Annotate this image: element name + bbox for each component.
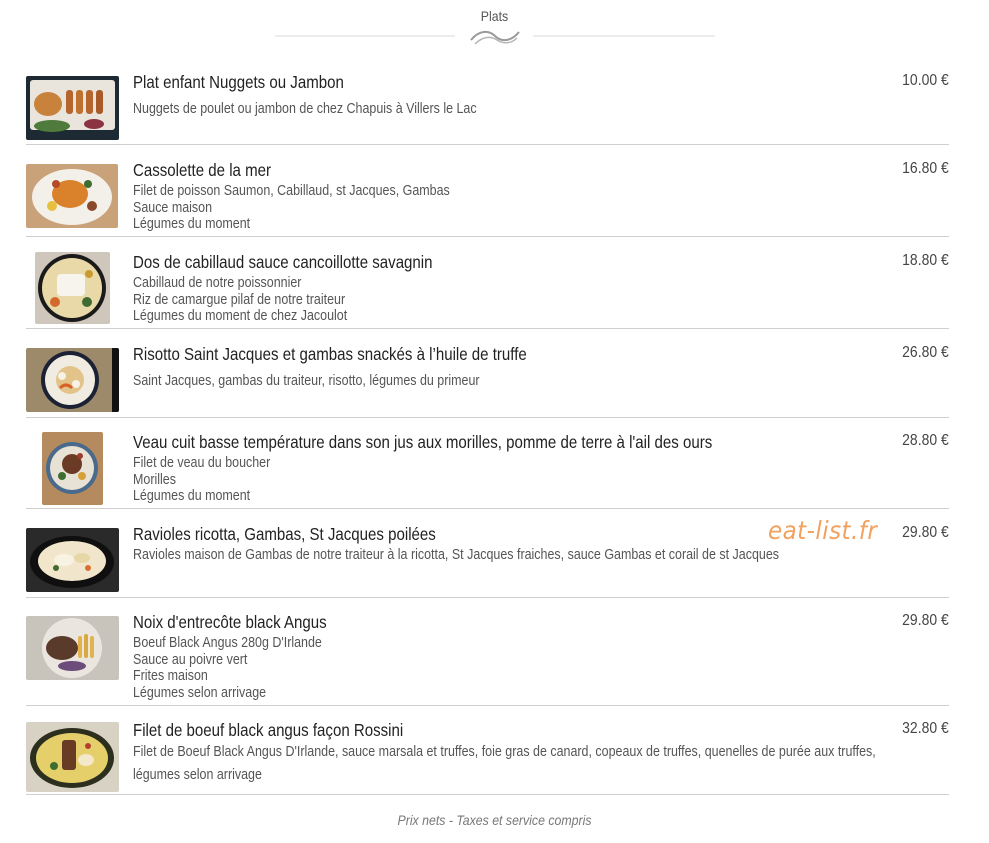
menu-item: Noix d'entrecôte black Angus Boeuf Black… [26, 612, 949, 706]
section-title: Plats [480, 8, 509, 24]
dish-photo [26, 76, 119, 140]
dish-description: Ravioles maison de Gambas de notre trait… [133, 547, 779, 563]
dish-photo [42, 432, 103, 505]
dish-name: Risotto Saint Jacques et gambas snackés … [133, 344, 527, 364]
dish-name: Cassolette de la mer [133, 160, 272, 180]
dish-price: 18.80 € [902, 252, 949, 269]
cabillaud-photo-icon [35, 252, 110, 324]
dish-price: 26.80 € [902, 344, 949, 361]
dish-name: Plat enfant Nuggets ou Jambon [133, 72, 344, 92]
risotto-photo-icon [26, 348, 119, 412]
dish-description: Nuggets de poulet ou jambon de chez Chap… [133, 101, 477, 117]
dish-photo [26, 616, 119, 680]
dish-name: Noix d'entrecôte black Angus [133, 612, 327, 632]
dish-name: Filet de boeuf black angus façon Rossini [133, 720, 404, 740]
dish-price: 29.80 € [902, 612, 949, 629]
decorative-divider [275, 30, 715, 45]
dish-price: 10.00 € [902, 72, 949, 89]
veau-photo-icon [42, 432, 103, 505]
menu-item: Veau cuit basse température dans son jus… [26, 432, 949, 509]
dish-photo [26, 164, 118, 228]
dish-description: Filet de poisson Saumon, Cabillaud, st J… [133, 183, 450, 232]
dish-photo [26, 528, 119, 592]
cassolette-photo-icon [26, 164, 118, 228]
dish-name: Veau cuit basse température dans son jus… [133, 432, 713, 452]
footer-note: Prix nets - Taxes et service compris [397, 812, 592, 828]
dish-description: Filet de Boeuf Black Angus D'Irlande, sa… [133, 744, 876, 783]
dish-photo [26, 722, 119, 792]
dish-description: Cabillaud de notre poissonnier Riz de ca… [133, 275, 348, 324]
entrecote-photo-icon [26, 616, 119, 680]
dish-name: Dos de cabillaud sauce cancoillotte sava… [133, 252, 433, 272]
nuggets-photo-icon [26, 76, 119, 140]
dish-photo [26, 348, 119, 412]
dish-price: 29.80 € [902, 524, 949, 541]
dish-name: Ravioles ricotta, Gambas, St Jacques poi… [133, 524, 436, 544]
ravioles-photo-icon [26, 528, 119, 592]
rossini-photo-icon [26, 722, 119, 792]
menu-item: Dos de cabillaud sauce cancoillotte sava… [26, 252, 949, 329]
dish-description: Saint Jacques, gambas du traiteur, risot… [133, 373, 480, 389]
dish-photo [35, 252, 110, 324]
menu-item: Risotto Saint Jacques et gambas snackés … [26, 344, 949, 418]
menu-item: Filet de boeuf black angus façon Rossini… [26, 720, 949, 795]
menu-item: Plat enfant Nuggets ou Jambon Nuggets de… [26, 72, 949, 145]
watermark-logo: eat-list.fr [768, 516, 878, 545]
dish-description: Filet de veau du boucher Morilles Légume… [133, 455, 271, 504]
dish-price: 28.80 € [902, 432, 949, 449]
menu-item: Cassolette de la mer Filet de poisson Sa… [26, 160, 949, 237]
dish-price: 32.80 € [902, 720, 949, 737]
dish-description: Boeuf Black Angus 280g D'Irlande Sauce a… [133, 635, 322, 701]
dish-price: 16.80 € [902, 160, 949, 177]
